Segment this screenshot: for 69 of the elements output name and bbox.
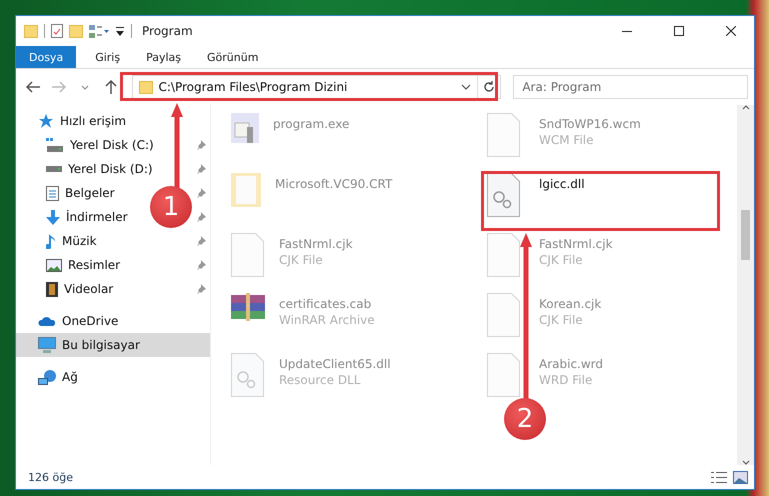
back-arrow-icon — [26, 81, 40, 93]
chevron-down-icon — [80, 84, 89, 90]
scrollbar-thumb[interactable] — [741, 210, 750, 260]
document-icon — [46, 186, 59, 200]
details-view-icon — [711, 472, 727, 482]
sidebar-item[interactable]: Videolar — [46, 282, 114, 296]
file-icon — [487, 113, 521, 157]
file-icon — [487, 293, 521, 337]
network-icon — [38, 370, 56, 384]
sidebar-item[interactable]: İndirmeler — [46, 210, 128, 224]
new-folder-icon — [69, 24, 83, 38]
sidebar-item[interactable]: Yerel Disk (C:) — [46, 138, 154, 152]
file-type: WCM File — [539, 133, 594, 147]
download-arrow-icon — [46, 210, 60, 224]
drive-icon — [46, 138, 64, 152]
up-arrow-icon — [104, 80, 117, 94]
folder-icon — [138, 80, 152, 94]
dropdown-icon — [115, 26, 125, 36]
chevron-down-icon — [742, 460, 750, 465]
file-icon — [487, 353, 521, 397]
program-icon — [231, 113, 259, 143]
file-type: WRD File — [539, 373, 592, 387]
maximize-icon — [674, 26, 684, 36]
drive-icon — [46, 166, 62, 172]
refresh-icon — [483, 81, 496, 93]
music-note-icon — [46, 234, 56, 248]
search-field[interactable]: Ara: Program — [513, 75, 748, 99]
ribbon-tab[interactable]: Dosya — [16, 46, 76, 68]
sidebar-item[interactable]: OneDrive — [38, 314, 118, 328]
list-view-icon — [89, 24, 109, 38]
large-icons-view-button[interactable] — [733, 470, 748, 484]
film-icon — [46, 282, 58, 296]
settings-file-icon — [231, 353, 265, 397]
chevron-up-icon — [742, 105, 750, 110]
address-bar[interactable]: C:\Program Files\Program Dizini — [132, 75, 502, 99]
image-icon — [46, 258, 62, 272]
details-view-button[interactable] — [711, 472, 727, 482]
file-icon — [487, 233, 521, 277]
sidebar-item[interactable]: Bu bilgisayar — [38, 337, 140, 353]
sidebar-item[interactable]: Resimler — [46, 258, 120, 272]
forward-arrow-icon — [52, 81, 66, 93]
sidebar-item[interactable]: Ağ — [38, 370, 78, 384]
file-icon — [231, 233, 265, 277]
folder-icon — [24, 24, 38, 38]
address-path: C:\Program Files\Program Dizini — [158, 80, 348, 94]
large-icons-view-icon — [733, 470, 748, 484]
file-type: WinRAR Archive — [279, 313, 375, 327]
archive-icon — [231, 293, 265, 321]
file-type: Resource DLL — [279, 373, 360, 387]
cloud-icon — [38, 316, 56, 326]
sidebar-item[interactable]: Hızlı erişim — [38, 113, 126, 129]
item-count: 126 öğe — [28, 470, 74, 484]
window-title: Program — [142, 24, 194, 38]
file-type: CJK File — [539, 313, 583, 327]
scrollbar[interactable] — [737, 105, 754, 465]
monitor-icon — [38, 337, 56, 353]
minimize-icon — [622, 30, 632, 32]
file-name[interactable]: lgicc.dll — [539, 177, 585, 191]
star-icon — [38, 113, 54, 129]
sidebar-item[interactable]: Müzik — [46, 234, 97, 248]
file-type: CJK File — [539, 253, 583, 267]
settings-file-icon — [487, 173, 521, 217]
properties-icon — [51, 24, 63, 38]
sidebar-item[interactable]: Belgeler — [46, 186, 115, 200]
sidebar-item[interactable]: Yerel Disk (D:) — [46, 162, 153, 176]
file-type: CJK File — [279, 253, 323, 267]
chevron-down-icon — [461, 84, 472, 90]
close-icon — [726, 26, 736, 36]
folder-icon — [231, 173, 261, 207]
